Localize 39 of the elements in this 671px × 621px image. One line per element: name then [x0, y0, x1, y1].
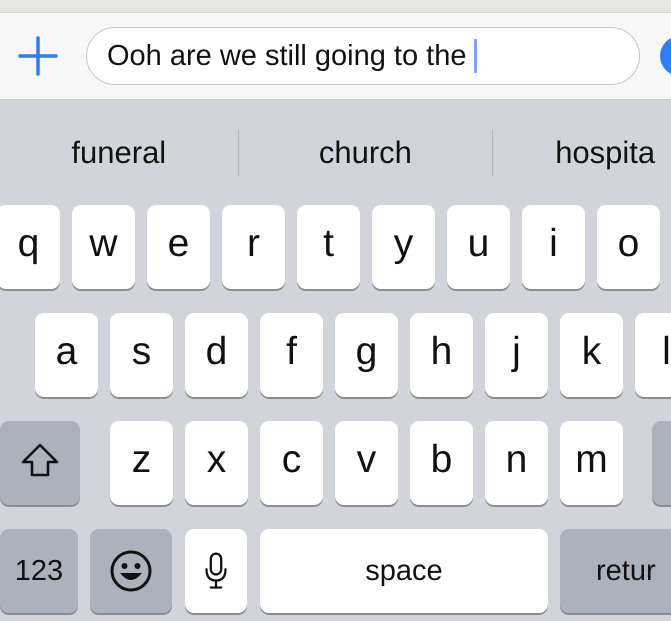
letter-key[interactable]: g [335, 313, 398, 397]
letter-key[interactable]: t [297, 205, 360, 289]
space-key[interactable]: space [260, 529, 548, 613]
message-field[interactable]: Ooh are we still going to the [86, 27, 640, 85]
letter-key[interactable]: v [335, 421, 398, 505]
suggestion[interactable]: church [318, 134, 412, 170]
letter-key[interactable]: b [410, 421, 473, 505]
letter-key[interactable]: w [72, 205, 135, 289]
suggestion[interactable]: funeral [71, 134, 166, 170]
letter-key[interactable]: a [35, 313, 98, 397]
letter-key[interactable]: z [110, 421, 173, 505]
suggestion[interactable]: hospita [555, 134, 656, 170]
letter-key[interactable]: c [260, 421, 323, 505]
smiley-icon [109, 549, 153, 593]
letter-key[interactable]: h [410, 313, 473, 397]
letter-key[interactable]: x [185, 421, 248, 505]
letter-key[interactable]: i [522, 205, 585, 289]
shift-key[interactable] [0, 421, 80, 505]
microphone-icon [203, 551, 229, 591]
letter-key[interactable]: j [485, 313, 548, 397]
letter-key[interactable]: y [372, 205, 435, 289]
numbers-key[interactable]: 123 [0, 529, 78, 613]
letter-key[interactable]: k [560, 313, 623, 397]
letter-key[interactable]: u [447, 205, 510, 289]
shift-icon [20, 442, 60, 478]
letter-key[interactable]: m [560, 421, 623, 505]
letter-key[interactable]: d [185, 313, 248, 397]
letter-key[interactable]: f [260, 313, 323, 397]
letter-key[interactable]: q [0, 205, 60, 289]
letter-key[interactable]: l [635, 313, 671, 397]
add-icon[interactable] [18, 36, 58, 76]
letter-key[interactable]: n [485, 421, 548, 505]
dictation-key[interactable] [185, 529, 247, 613]
letter-key[interactable]: o [597, 205, 660, 289]
emoji-key[interactable] [90, 529, 172, 613]
letter-key[interactable]: r [222, 205, 285, 289]
letter-key[interactable]: s [110, 313, 173, 397]
return-key[interactable]: retur [560, 529, 671, 613]
letter-key[interactable]: e [147, 205, 210, 289]
